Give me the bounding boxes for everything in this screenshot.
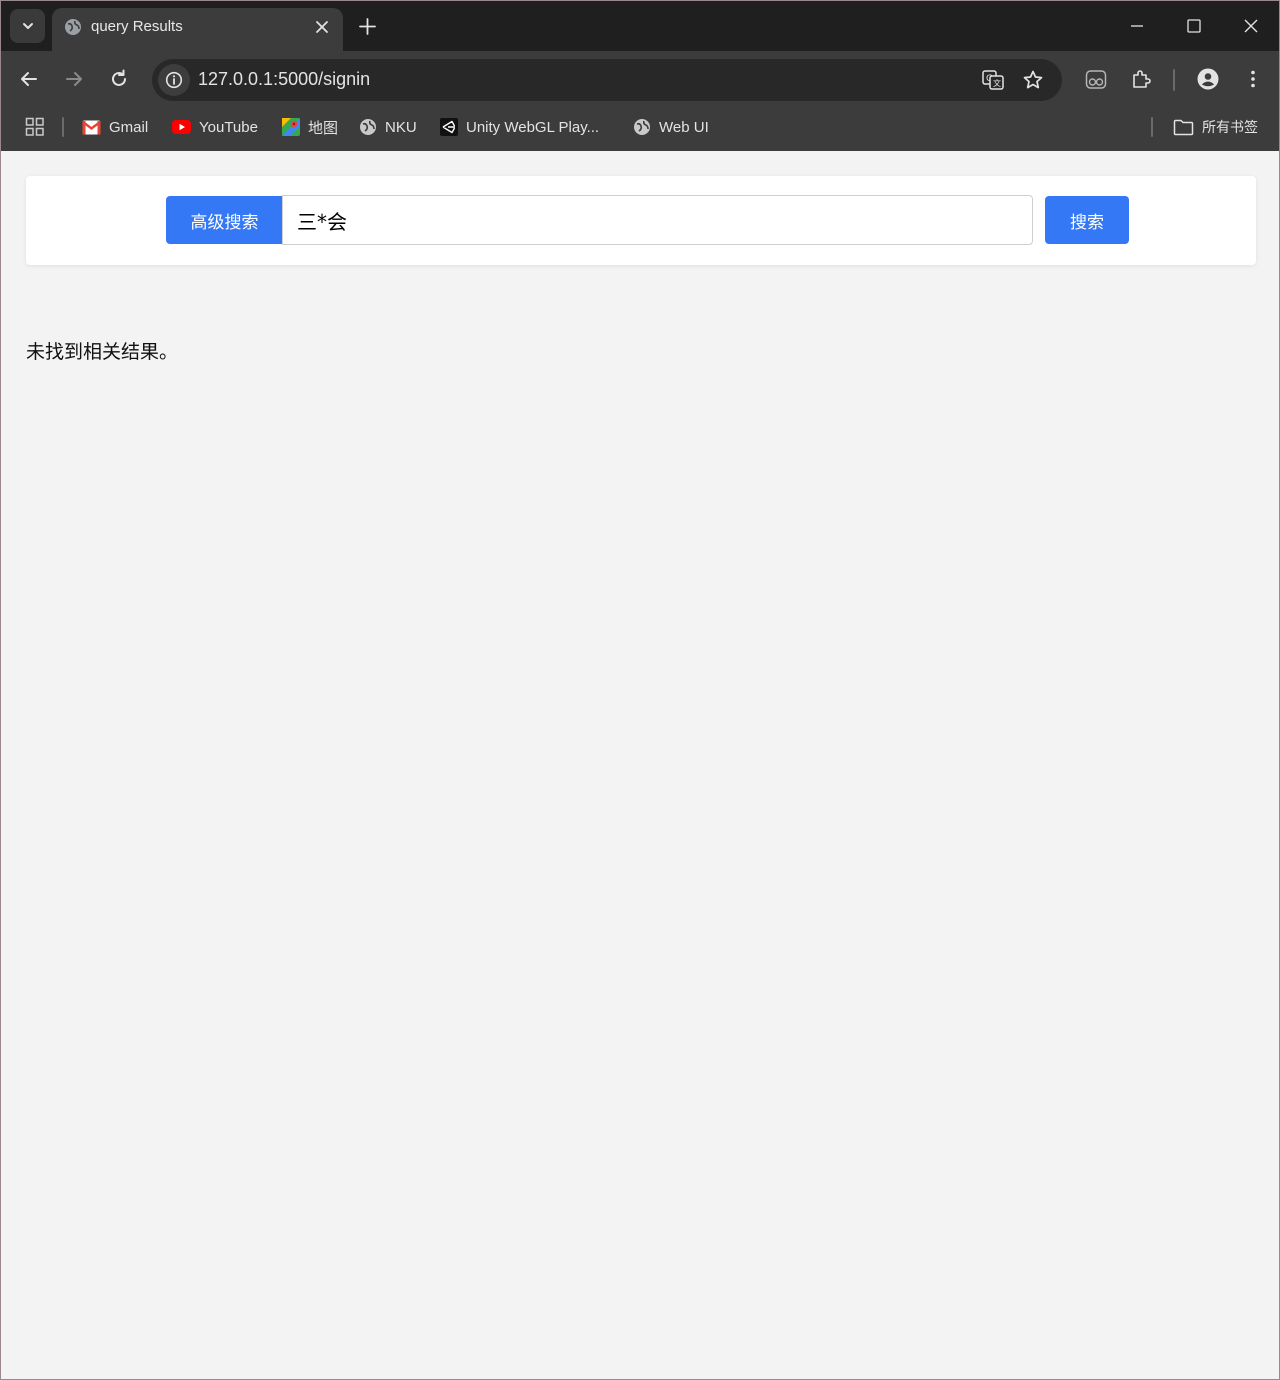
bookmarks-divider (1151, 117, 1153, 137)
address-bar[interactable]: 127.0.0.1:5000/signin G 文 (152, 59, 1062, 101)
bookmark-youtube[interactable]: YouTube (172, 116, 258, 138)
browser-toolbar: 127.0.0.1:5000/signin G 文 (1, 51, 1279, 106)
bookmark-unity-webgl[interactable]: Unity WebGL Play... (440, 116, 599, 138)
advanced-search-button[interactable]: 高级搜索 (166, 196, 283, 244)
reading-mode-icon[interactable] (1085, 69, 1107, 91)
search-bar-card: 高级搜索 搜索 (26, 176, 1256, 265)
svg-text:文: 文 (993, 78, 1001, 88)
forward-icon[interactable] (63, 68, 85, 90)
bookmark-maps[interactable]: 地图 (282, 116, 338, 138)
bookmark-label: YouTube (199, 118, 258, 136)
bookmarks-divider (62, 117, 64, 137)
globe-icon (65, 19, 81, 35)
bookmarks-bar: Gmail YouTube 地图 NKU Unity WebGL Play...… (1, 106, 1279, 151)
globe-icon (360, 119, 376, 135)
youtube-icon (172, 120, 191, 134)
info-icon (165, 71, 183, 89)
window-close-icon[interactable] (1243, 18, 1259, 34)
more-menu-icon[interactable] (1242, 68, 1264, 90)
tab-search-button[interactable] (10, 9, 45, 43)
search-input[interactable] (282, 195, 1033, 245)
extensions-icon[interactable] (1131, 68, 1153, 90)
apps-grid-icon[interactable] (25, 117, 45, 137)
bookmark-label: 地图 (308, 119, 339, 137)
browser-window: query Results 127.0.0.1:5000/signin 文 Gm… (0, 0, 1280, 1380)
new-tab-icon[interactable] (359, 18, 376, 35)
tab-strip: query Results (1, 1, 1279, 51)
chevron-down-icon (22, 23, 33, 29)
bookmark-star-icon[interactable] (1022, 69, 1044, 91)
translate-icon[interactable]: G 文 (982, 69, 1004, 91)
bookmark-label: NKU (385, 118, 417, 136)
back-icon[interactable] (18, 68, 40, 90)
bookmark-label: Unity WebGL Play... (466, 118, 600, 136)
reload-icon[interactable] (108, 68, 130, 90)
globe-icon (634, 119, 650, 135)
page-content: 高级搜索 搜索 未找到相关结果。 (1, 151, 1279, 1379)
folder-icon (1173, 119, 1194, 135)
profile-avatar-icon[interactable] (1197, 68, 1219, 90)
all-bookmarks-label: 所有书签 (1202, 119, 1258, 135)
close-icon[interactable] (314, 19, 330, 35)
minimize-icon[interactable] (1129, 18, 1145, 34)
bookmark-gmail[interactable]: Gmail (82, 116, 148, 138)
bookmark-label: Gmail (109, 118, 149, 136)
unity-icon (440, 118, 458, 136)
gmail-icon (82, 120, 101, 134)
url-text: 127.0.0.1:5000/signin (198, 69, 371, 89)
site-info-button[interactable] (158, 64, 190, 96)
maximize-icon[interactable] (1186, 18, 1202, 34)
toolbar-divider (1173, 69, 1175, 91)
tab-title: query Results (91, 18, 183, 35)
all-bookmarks-folder[interactable]: 所有书签 (1173, 116, 1258, 138)
bookmark-web-ui[interactable]: Web UI (633, 116, 709, 138)
bookmark-nku[interactable]: NKU (359, 116, 417, 138)
active-tab[interactable]: query Results (52, 8, 343, 51)
no-results-message: 未找到相关结果。 (26, 341, 179, 363)
search-button[interactable]: 搜索 (1045, 196, 1129, 244)
bookmark-label: Web UI (659, 118, 709, 136)
maps-icon (282, 118, 300, 136)
